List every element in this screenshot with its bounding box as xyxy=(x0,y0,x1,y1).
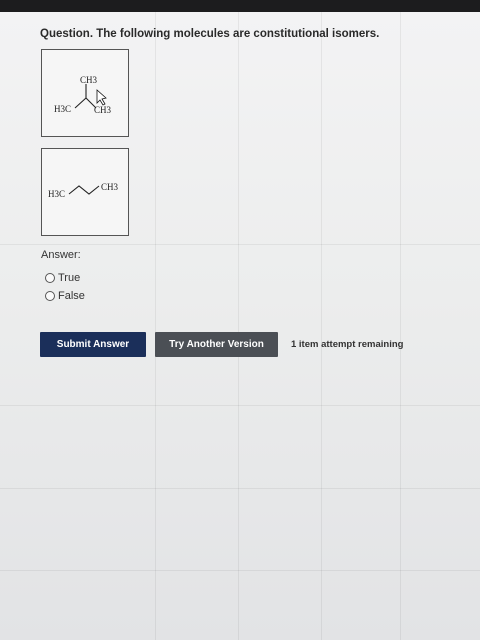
option-false[interactable]: False xyxy=(45,288,85,304)
grid-line xyxy=(155,12,156,640)
grid-line xyxy=(238,12,239,640)
try-another-version-button[interactable]: Try Another Version xyxy=(155,332,278,357)
molecule-2-left-label: H3C xyxy=(48,189,65,199)
grid-line xyxy=(400,12,401,640)
molecule-1-right-label: CH3 xyxy=(94,105,112,115)
molecule-1-box: CH3 H3C CH3 xyxy=(41,49,129,137)
mouse-cursor-icon xyxy=(96,89,107,106)
grid-line xyxy=(0,405,480,406)
answer-label: Answer: xyxy=(41,249,81,261)
molecule-2-right-label: CH3 xyxy=(101,182,119,192)
radio-true[interactable] xyxy=(45,273,55,283)
molecule-2-box: H3C CH3 xyxy=(41,148,129,236)
monitor-bezel xyxy=(0,0,480,12)
molecule-1-structure: CH3 H3C CH3 xyxy=(54,75,112,115)
molecule-1-top-label: CH3 xyxy=(80,75,98,85)
question-text: Question. The following molecules are co… xyxy=(40,28,380,40)
molecule-1-left-label: H3C xyxy=(54,104,71,114)
submit-answer-button[interactable]: Submit Answer xyxy=(40,332,146,357)
option-true[interactable]: True xyxy=(45,270,80,286)
option-false-label[interactable]: False xyxy=(58,290,85,302)
grid-line xyxy=(321,12,322,640)
molecule-2-structure: H3C CH3 xyxy=(48,182,119,199)
grid-line xyxy=(0,570,480,571)
radio-false[interactable] xyxy=(45,291,55,301)
grid-line xyxy=(0,488,480,489)
option-true-label[interactable]: True xyxy=(58,272,80,284)
grid-line xyxy=(0,244,480,245)
attempts-remaining-text: 1 item attempt remaining xyxy=(291,339,404,350)
